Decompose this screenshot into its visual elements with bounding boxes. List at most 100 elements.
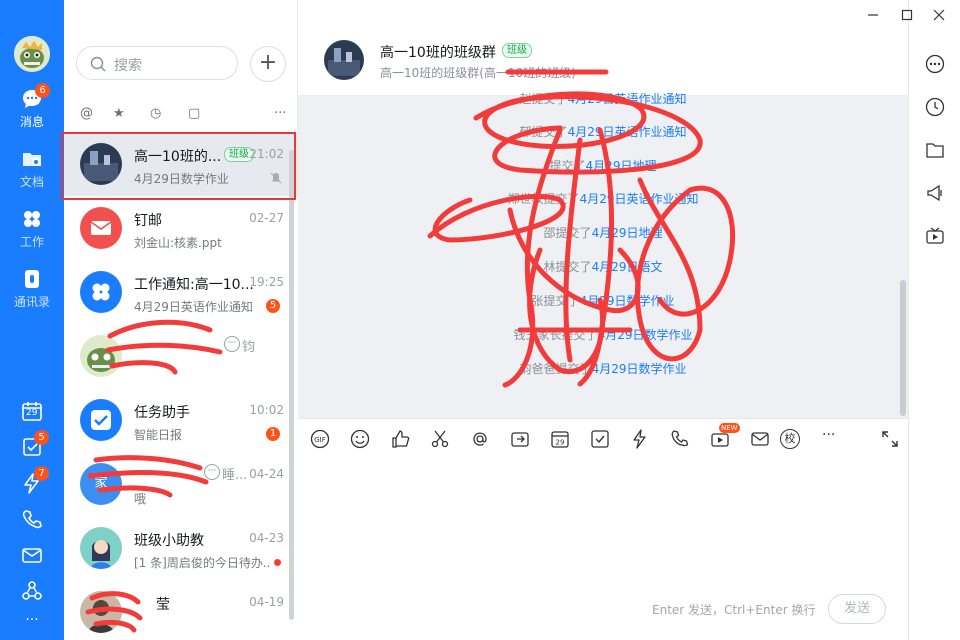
session-item[interactable]: 高一10班的... 班级 21:02 4月29日数学作业 — [64, 132, 298, 196]
session-time: 21:02 — [249, 147, 284, 161]
send-button[interactable]: 发送 — [828, 594, 886, 624]
message-input[interactable] — [298, 456, 908, 586]
nav-contacts[interactable]: 通讯录 — [0, 268, 64, 310]
chat-avatar[interactable] — [324, 40, 364, 80]
mail-icon[interactable] — [750, 429, 770, 449]
chat-title[interactable]: 高一10班的班级群 — [380, 42, 496, 62]
filter-bar: @ ★ ◷ ▢ ··· — [64, 104, 298, 126]
dingtalk-window: 消息 6 文档 工作 通讯录 29 5 7 ··· 搜索 + @ ★ ◷ ▢ ·… — [0, 0, 960, 640]
scissors-icon[interactable] — [430, 429, 450, 449]
filter-more[interactable]: ··· — [274, 106, 286, 121]
message-link[interactable]: 4月29日数学作业 — [598, 328, 693, 342]
chat-header: 高一10班的班级群 班级 高一10班的班级群(高一10班的班级) — [298, 0, 908, 96]
calendar-day: 29 — [556, 439, 565, 447]
todo-badge: 5 — [34, 430, 49, 445]
session-preview: 智能日报 — [134, 428, 183, 442]
ding-icon[interactable]: 7 — [21, 466, 49, 494]
ding-icon[interactable] — [630, 429, 650, 449]
phone-icon[interactable] — [21, 508, 43, 530]
system-message: 提交了4月29日地理 — [549, 159, 657, 173]
nav-docs[interactable]: 文档 — [0, 148, 64, 190]
session-time: 10:02 — [249, 403, 284, 417]
mention-filter[interactable]: @ — [80, 106, 93, 121]
message-link[interactable]: 4月29日英语作业通知 — [568, 92, 687, 106]
session-name-suffix: 睡... — [222, 468, 248, 483]
history-icon[interactable] — [925, 97, 945, 117]
add-button[interactable]: + — [250, 46, 286, 82]
calendar-icon[interactable]: 29 — [21, 400, 43, 422]
session-item[interactable]: 任务助手 10:02 智能日报 1 — [64, 388, 298, 452]
gif-icon[interactable]: GIF — [310, 429, 330, 449]
session-time: 04-19 — [249, 595, 284, 609]
message-link[interactable]: 4月29日英语作业通知 — [580, 192, 699, 206]
maximize-icon[interactable] — [900, 8, 914, 22]
message-link[interactable]: 4月29日地理 — [586, 159, 657, 173]
session-item[interactable]: 班级小助教 04-23 [1 条]周启俊的今日待办... — [64, 516, 298, 580]
family-avatar: 家 — [80, 463, 122, 505]
contact-avatar — [80, 335, 122, 377]
mention-icon[interactable] — [470, 429, 490, 449]
search-input[interactable]: 搜索 — [76, 46, 238, 80]
session-name: 工作通知:高一10... — [134, 277, 254, 293]
message-link[interactable]: 4月29日数学作业 — [580, 294, 675, 308]
message-link[interactable]: 4月29日数学作业 — [592, 362, 687, 376]
folder-icon — [23, 153, 41, 166]
session-time: 04-23 — [249, 531, 284, 545]
announcement-icon[interactable] — [925, 183, 945, 203]
group-filter[interactable]: ▢ — [188, 106, 200, 121]
message-link[interactable]: 4月29日地理 — [592, 226, 663, 240]
todo-icon[interactable] — [590, 429, 610, 449]
school-icon[interactable]: 校 — [780, 429, 800, 449]
todo-icon[interactable]: 5 — [21, 430, 49, 458]
unread-badge: 1 — [266, 427, 280, 441]
star-filter[interactable]: ★ — [113, 106, 125, 121]
unread-dot — [274, 559, 281, 566]
emoji-icon[interactable] — [350, 429, 370, 449]
live-classroom-icon[interactable] — [925, 226, 945, 246]
message-area: 赵提交了4月29日英语作业通知 郁提交了4月29日英语作业通知 提交了4月29日… — [298, 92, 908, 418]
org-icon[interactable] — [21, 580, 43, 602]
calendar-icon[interactable]: 29 — [550, 429, 570, 449]
phone-icon[interactable] — [670, 429, 690, 449]
session-list-panel: 搜索 + @ ★ ◷ ▢ ··· 高一10班的... 班级 21:02 4月29… — [64, 0, 298, 640]
system-message: 韵爸爸提交了4月29日数学作业 — [519, 362, 687, 376]
session-item[interactable]: 钉邮 02-27 刘金山:核素.ppt — [64, 196, 298, 260]
session-item[interactable]: 工作通知:高一10... 19:25 4月29日英语作业通知 5 — [64, 260, 298, 324]
clock-filter[interactable]: ◷ — [150, 106, 161, 121]
nav-work-label: 工作 — [19, 235, 44, 249]
nav-work[interactable]: 工作 — [0, 208, 64, 250]
typing-icon: ··· — [204, 464, 220, 480]
live-icon[interactable]: NEW — [710, 423, 740, 453]
message-link[interactable]: 4月29日语文 — [592, 260, 663, 274]
mail-icon[interactable] — [21, 544, 43, 566]
system-message: 邵提交了4月29日地理 — [543, 226, 663, 240]
expand-icon[interactable] — [880, 429, 900, 449]
class-tag: 班级 — [502, 43, 532, 58]
session-item[interactable]: 莹 04-19 — [64, 580, 298, 640]
toolbar-more-icon[interactable]: ··· — [822, 427, 835, 443]
ding-badge: 7 — [34, 466, 49, 481]
calendar-day: 29 — [26, 408, 38, 418]
more-options-icon[interactable] — [925, 54, 945, 74]
chat-panel: 高一10班的班级群 班级 高一10班的班级群(高一10班的班级) 赵提交了4月2… — [298, 0, 908, 640]
session-preview: 4月29日数学作业 — [134, 172, 229, 186]
close-icon[interactable] — [932, 8, 946, 22]
forward-icon[interactable] — [510, 429, 530, 449]
session-preview: [1 条]周启俊的今日待办... — [134, 556, 270, 570]
folder-icon[interactable] — [925, 140, 945, 160]
message-link[interactable]: 4月29日英语作业通知 — [568, 125, 687, 139]
more-icon[interactable]: ··· — [21, 612, 43, 634]
nav-messages[interactable]: 消息 6 — [0, 83, 64, 130]
nav-messages-badge: 6 — [35, 83, 50, 98]
system-message: 郑世权提交了4月29日英语作业通知 — [507, 192, 699, 206]
session-item[interactable]: ··· 钧 — [64, 324, 298, 388]
user-avatar[interactable] — [14, 36, 50, 72]
svg-text:GIF: GIF — [314, 436, 326, 444]
thumbs-up-icon[interactable] — [390, 429, 410, 449]
message-scrollbar[interactable] — [900, 280, 906, 416]
list-scrollbar[interactable] — [289, 150, 294, 620]
minimize-icon[interactable] — [866, 8, 880, 22]
session-item[interactable]: 家 ··· 睡... 04-24 哦 — [64, 452, 298, 516]
system-message: 林提交了4月29日语文 — [543, 260, 663, 274]
contacts-icon — [25, 270, 39, 288]
